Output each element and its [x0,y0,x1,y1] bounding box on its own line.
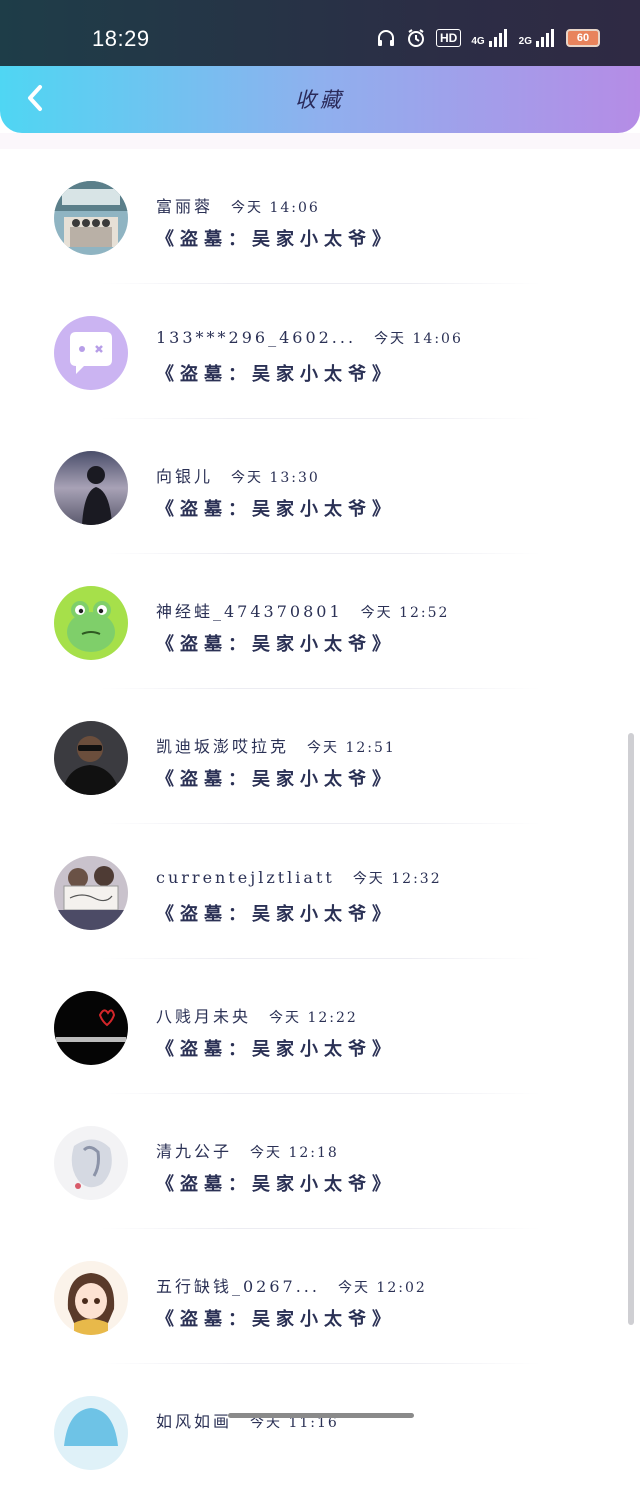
avatar[interactable] [54,991,128,1065]
item-header: 清九公子 今天 12:18 [156,1138,339,1162]
item-header: currentejlztliatt 今天 12:32 [156,868,442,888]
avatar[interactable] [54,856,128,930]
list-item[interactable]: 如风如画 今天 11:16 [0,1364,640,1499]
list-item[interactable]: currentejlztliatt 今天 12:32 《盗墓：吴家小太爷》 [0,824,640,959]
book-title: 《盗墓：吴家小太爷》 [156,1039,396,1060]
status-time: 18:29 [92,26,150,51]
avatar[interactable] [54,721,128,795]
scrollbar[interactable] [628,733,634,1325]
home-indicator[interactable] [228,1413,414,1418]
user-name: 神经蛙_474370801 [156,602,343,621]
book-title: 《盗墓：吴家小太爷》 [156,1309,396,1330]
network-2g-label: 2G [518,36,532,47]
book-title: 《盗墓：吴家小太爷》 [156,364,396,385]
header-shadow [0,133,640,149]
book-title: 《盗墓：吴家小太爷》 [156,769,396,790]
book-title: 《盗墓：吴家小太爷》 [156,1174,396,1195]
avatar[interactable] [54,451,128,525]
user-name: 清九公子 [156,1142,233,1161]
item-header: 八贱月未央 今天 12:22 [156,1003,358,1027]
page-title: 收藏 [295,88,345,112]
book-title: 《盗墓：吴家小太爷》 [156,499,396,520]
alarm-icon [406,28,426,48]
item-time: 今天 12:32 [352,871,442,887]
user-name: 向银儿 [156,467,214,486]
list-item[interactable]: 凯迪坂澎哎拉克 今天 12:51 《盗墓：吴家小太爷》 [0,689,640,824]
list-item[interactable]: 神经蛙_474370801 今天 12:52 《盗墓：吴家小太爷》 [0,554,640,689]
list-item[interactable]: 133***296_4602... 今天 14:06 《盗墓：吴家小太爷》 [0,284,640,419]
book-title: 《盗墓：吴家小太爷》 [156,904,396,925]
item-time: 今天 14:06 [374,331,463,347]
list-item[interactable]: 富丽蓉 今天 14:06 《盗墓：吴家小太爷》 [0,149,640,284]
avatar[interactable] [54,1126,128,1200]
signal-4g-icon: 4G [471,29,508,47]
avatar[interactable] [54,1396,128,1470]
list-item[interactable]: 清九公子 今天 12:18 《盗墓：吴家小太爷》 [0,1094,640,1229]
header: 收藏 [0,66,640,133]
avatar[interactable] [54,181,128,255]
item-header: 向银儿 今天 13:30 [156,463,320,487]
headphones-icon [376,29,396,47]
list-item[interactable]: 向银儿 今天 13:30 《盗墓：吴家小太爷》 [0,419,640,554]
user-name: currentejlztliatt [156,868,335,887]
book-title: 《盗墓：吴家小太爷》 [156,634,396,655]
user-name: 133***296_4602... [156,328,357,347]
item-time: 今天 12:02 [337,1280,427,1296]
item-time: 今天 12:18 [250,1145,339,1161]
avatar[interactable] [54,1261,128,1335]
item-header: 神经蛙_474370801 今天 12:52 [156,598,449,622]
status-icons: HD 4G 2G 60 [376,28,600,48]
item-time: 今天 14:06 [231,200,320,216]
user-name: 凯迪坂澎哎拉克 [156,737,290,756]
item-header: 凯迪坂澎哎拉克 今天 12:51 [156,733,396,757]
item-header: 如风如画 今天 11:16 [156,1408,339,1432]
avatar[interactable] [54,316,128,390]
list-item[interactable]: 五行缺钱_0267... 今天 12:02 《盗墓：吴家小太爷》 [0,1229,640,1364]
favorites-list: 富丽蓉 今天 14:06 《盗墓：吴家小太爷》 133***296_4602...… [0,149,640,1499]
item-header: 133***296_4602... 今天 14:06 [156,328,463,348]
user-name: 五行缺钱_0267... [156,1277,320,1296]
item-header: 五行缺钱_0267... 今天 12:02 [156,1273,427,1297]
signal-2g-icon: 2G [519,29,556,47]
book-title: 《盗墓：吴家小太爷》 [156,229,396,250]
user-name: 富丽蓉 [156,197,214,216]
user-name: 八贱月未央 [156,1007,252,1026]
item-time: 今天 12:22 [269,1010,358,1026]
battery-icon: 60 [566,29,600,47]
item-time: 今天 12:51 [307,740,396,756]
item-time: 今天 12:52 [360,605,450,621]
item-time: 今天 13:30 [231,470,320,486]
network-4g-label: 4G [471,36,485,47]
item-header: 富丽蓉 今天 14:06 [156,193,320,217]
avatar[interactable] [54,586,128,660]
list-item[interactable]: 八贱月未央 今天 12:22 《盗墓：吴家小太爷》 [0,959,640,1094]
status-bar: 18:29 HD 4G 2G 60 [0,0,640,70]
hd-icon: HD [435,29,462,47]
